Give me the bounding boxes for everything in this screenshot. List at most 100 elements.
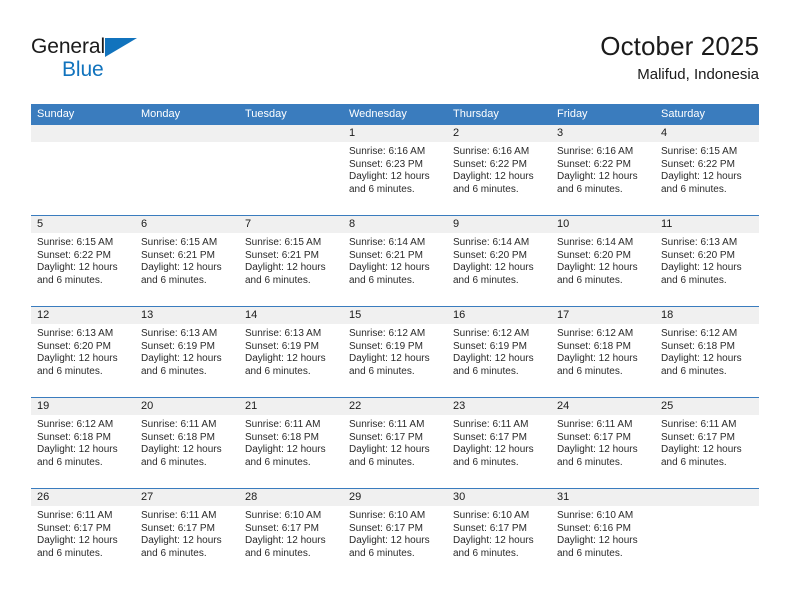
day-cell[interactable]: 25 Sunrise: 6:11 AM Sunset: 6:17 PM Dayligh… [655, 398, 759, 488]
sunset-time: Sunset: 6:21 PM [141, 249, 215, 261]
day-cell[interactable]: 18 Sunrise: 6:12 AM Sunset: 6:18 PM Dayligh… [655, 307, 759, 397]
day-details: Sunrise: 6:13 AM Sunset: 6:20 PM Daylight:… [31, 324, 135, 378]
sunrise-time: Sunrise: 6:10 AM [557, 510, 634, 521]
date-number: 19 [31, 398, 135, 415]
day-cell[interactable]: 6 Sunrise: 6:15 AM Sunset: 6:21 PM Daylight… [135, 216, 239, 306]
day-details: Sunrise: 6:14 AM Sunset: 6:21 PM Daylight:… [343, 233, 447, 287]
date-number: 5 [31, 216, 135, 233]
sunset-time: Sunset: 6:18 PM [557, 340, 631, 352]
sunset-time: Sunset: 6:17 PM [453, 522, 527, 534]
date-number: 17 [551, 307, 655, 324]
day-cell[interactable]: 17 Sunrise: 6:12 AM Sunset: 6:18 PM Dayligh… [551, 307, 655, 397]
day-cell[interactable]: 7 Sunrise: 6:15 AM Sunset: 6:21 PM Daylight… [239, 216, 343, 306]
day-cell[interactable]: 21 Sunrise: 6:11 AM Sunset: 6:18 PM Dayligh… [239, 398, 343, 488]
calendar-cell: 29 Sunrise: 6:10 AM Sunset: 6:17 PM Dayligh… [343, 488, 447, 579]
day-cell[interactable]: 8 Sunrise: 6:14 AM Sunset: 6:21 PM Daylight… [343, 216, 447, 306]
daylight-duration-line2: and 6 minutes. [661, 456, 727, 468]
sunrise-time: Sunrise: 6:11 AM [557, 419, 633, 430]
sunset-time: Sunset: 6:19 PM [453, 340, 527, 352]
day-cell[interactable]: 16 Sunrise: 6:12 AM Sunset: 6:19 PM Dayligh… [447, 307, 551, 397]
calendar-week-row: 1 Sunrise: 6:16 AM Sunset: 6:23 PM Daylight… [31, 125, 759, 216]
calendar-cell: 26 Sunrise: 6:11 AM Sunset: 6:17 PM Dayligh… [31, 488, 135, 579]
sunset-time: Sunset: 6:22 PM [557, 158, 631, 170]
day-cell[interactable]: 20 Sunrise: 6:11 AM Sunset: 6:18 PM Dayligh… [135, 398, 239, 488]
sunset-time: Sunset: 6:18 PM [661, 340, 735, 352]
day-cell[interactable]: 15 Sunrise: 6:12 AM Sunset: 6:19 PM Dayligh… [343, 307, 447, 397]
day-cell[interactable]: 19 Sunrise: 6:12 AM Sunset: 6:18 PM Dayligh… [31, 398, 135, 488]
day-cell[interactable]: 23 Sunrise: 6:11 AM Sunset: 6:17 PM Dayligh… [447, 398, 551, 488]
weekday-header-monday: Monday [135, 104, 239, 125]
sunset-time: Sunset: 6:20 PM [661, 249, 735, 261]
date-number: 2 [447, 125, 551, 142]
daylight-duration-line1: Daylight: 12 hours [557, 444, 638, 456]
day-cell[interactable]: 9 Sunrise: 6:14 AM Sunset: 6:20 PM Daylight… [447, 216, 551, 306]
sunset-time: Sunset: 6:17 PM [453, 431, 527, 443]
sunset-time: Sunset: 6:18 PM [141, 431, 215, 443]
day-cell[interactable]: 10 Sunrise: 6:14 AM Sunset: 6:20 PM Dayligh… [551, 216, 655, 306]
sunrise-time: Sunrise: 6:15 AM [37, 237, 114, 248]
sunset-time: Sunset: 6:18 PM [245, 431, 319, 443]
daylight-duration-line1: Daylight: 12 hours [245, 262, 326, 274]
date-number: 13 [135, 307, 239, 324]
daylight-duration-line1: Daylight: 12 hours [37, 353, 118, 365]
general-blue-logo[interactable]: General Blue [31, 30, 143, 82]
sunset-time: Sunset: 6:17 PM [141, 522, 215, 534]
sunrise-time: Sunrise: 6:12 AM [557, 328, 634, 339]
day-cell[interactable]: 13 Sunrise: 6:13 AM Sunset: 6:19 PM Dayligh… [135, 307, 239, 397]
day-details: Sunrise: 6:14 AM Sunset: 6:20 PM Daylight:… [447, 233, 551, 287]
day-details: Sunrise: 6:13 AM Sunset: 6:19 PM Daylight:… [239, 324, 343, 378]
day-cell[interactable]: 28 Sunrise: 6:10 AM Sunset: 6:17 PM Dayligh… [239, 489, 343, 579]
day-cell[interactable]: 31 Sunrise: 6:10 AM Sunset: 6:16 PM Dayligh… [551, 489, 655, 579]
daylight-duration-line1: Daylight: 12 hours [141, 353, 222, 365]
day-cell-empty [239, 125, 343, 215]
daylight-duration-line2: and 6 minutes. [245, 456, 311, 468]
day-cell[interactable]: 2 Sunrise: 6:16 AM Sunset: 6:22 PM Daylight… [447, 125, 551, 215]
date-number: 7 [239, 216, 343, 233]
day-cell[interactable]: 11 Sunrise: 6:13 AM Sunset: 6:20 PM Dayligh… [655, 216, 759, 306]
calendar-body: 1 Sunrise: 6:16 AM Sunset: 6:23 PM Daylight… [31, 125, 759, 579]
daylight-duration-line1: Daylight: 12 hours [349, 535, 430, 547]
sunrise-time: Sunrise: 6:12 AM [349, 328, 426, 339]
day-cell[interactable]: 30 Sunrise: 6:10 AM Sunset: 6:17 PM Dayligh… [447, 489, 551, 579]
day-details: Sunrise: 6:10 AM Sunset: 6:17 PM Daylight:… [343, 506, 447, 560]
page-header: General Blue October 2025 Malifud, Indon… [31, 30, 759, 92]
day-cell[interactable]: 22 Sunrise: 6:11 AM Sunset: 6:17 PM Dayligh… [343, 398, 447, 488]
sunset-time: Sunset: 6:17 PM [349, 522, 423, 534]
day-cell[interactable]: 3 Sunrise: 6:16 AM Sunset: 6:22 PM Daylight… [551, 125, 655, 215]
daylight-duration-line1: Daylight: 12 hours [557, 535, 638, 547]
date-number: 29 [343, 489, 447, 506]
day-cell[interactable]: 27 Sunrise: 6:11 AM Sunset: 6:17 PM Dayligh… [135, 489, 239, 579]
day-details: Sunrise: 6:11 AM Sunset: 6:17 PM Daylight:… [551, 415, 655, 469]
calendar-cell: 24 Sunrise: 6:11 AM Sunset: 6:17 PM Dayligh… [551, 397, 655, 489]
date-number: 22 [343, 398, 447, 415]
date-number: 31 [551, 489, 655, 506]
calendar-cell: 11 Sunrise: 6:13 AM Sunset: 6:20 PM Dayligh… [655, 215, 759, 307]
daylight-duration-line1: Daylight: 12 hours [453, 535, 534, 547]
logo-triangle-icon [105, 38, 137, 57]
day-cell[interactable]: 26 Sunrise: 6:11 AM Sunset: 6:17 PM Dayligh… [31, 489, 135, 579]
day-cell[interactable]: 14 Sunrise: 6:13 AM Sunset: 6:19 PM Dayligh… [239, 307, 343, 397]
date-number: 10 [551, 216, 655, 233]
sunrise-time: Sunrise: 6:11 AM [141, 510, 217, 521]
date-number: 23 [447, 398, 551, 415]
day-cell[interactable]: 4 Sunrise: 6:15 AM Sunset: 6:22 PM Daylight… [655, 125, 759, 215]
calendar-cell: 17 Sunrise: 6:12 AM Sunset: 6:18 PM Dayligh… [551, 306, 655, 398]
sunrise-time: Sunrise: 6:10 AM [453, 510, 530, 521]
sunrise-time: Sunrise: 6:11 AM [141, 419, 217, 430]
daylight-duration-line1: Daylight: 12 hours [349, 353, 430, 365]
day-cell[interactable]: 1 Sunrise: 6:16 AM Sunset: 6:23 PM Daylight… [343, 125, 447, 215]
day-details: Sunrise: 6:11 AM Sunset: 6:18 PM Daylight:… [239, 415, 343, 469]
date-number: 27 [135, 489, 239, 506]
sunrise-time: Sunrise: 6:13 AM [245, 328, 322, 339]
date-number: 26 [31, 489, 135, 506]
sunrise-time: Sunrise: 6:13 AM [141, 328, 218, 339]
day-cell[interactable]: 29 Sunrise: 6:10 AM Sunset: 6:17 PM Dayligh… [343, 489, 447, 579]
date-number: 3 [551, 125, 655, 142]
day-cell[interactable]: 12 Sunrise: 6:13 AM Sunset: 6:20 PM Dayligh… [31, 307, 135, 397]
day-cell[interactable]: 24 Sunrise: 6:11 AM Sunset: 6:17 PM Dayligh… [551, 398, 655, 488]
day-cell[interactable]: 5 Sunrise: 6:15 AM Sunset: 6:22 PM Daylight… [31, 216, 135, 306]
calendar-cell-empty [135, 125, 239, 216]
sunset-time: Sunset: 6:16 PM [557, 522, 631, 534]
daylight-duration-line1: Daylight: 12 hours [453, 353, 534, 365]
calendar-cell: 1 Sunrise: 6:16 AM Sunset: 6:23 PM Daylight… [343, 125, 447, 216]
